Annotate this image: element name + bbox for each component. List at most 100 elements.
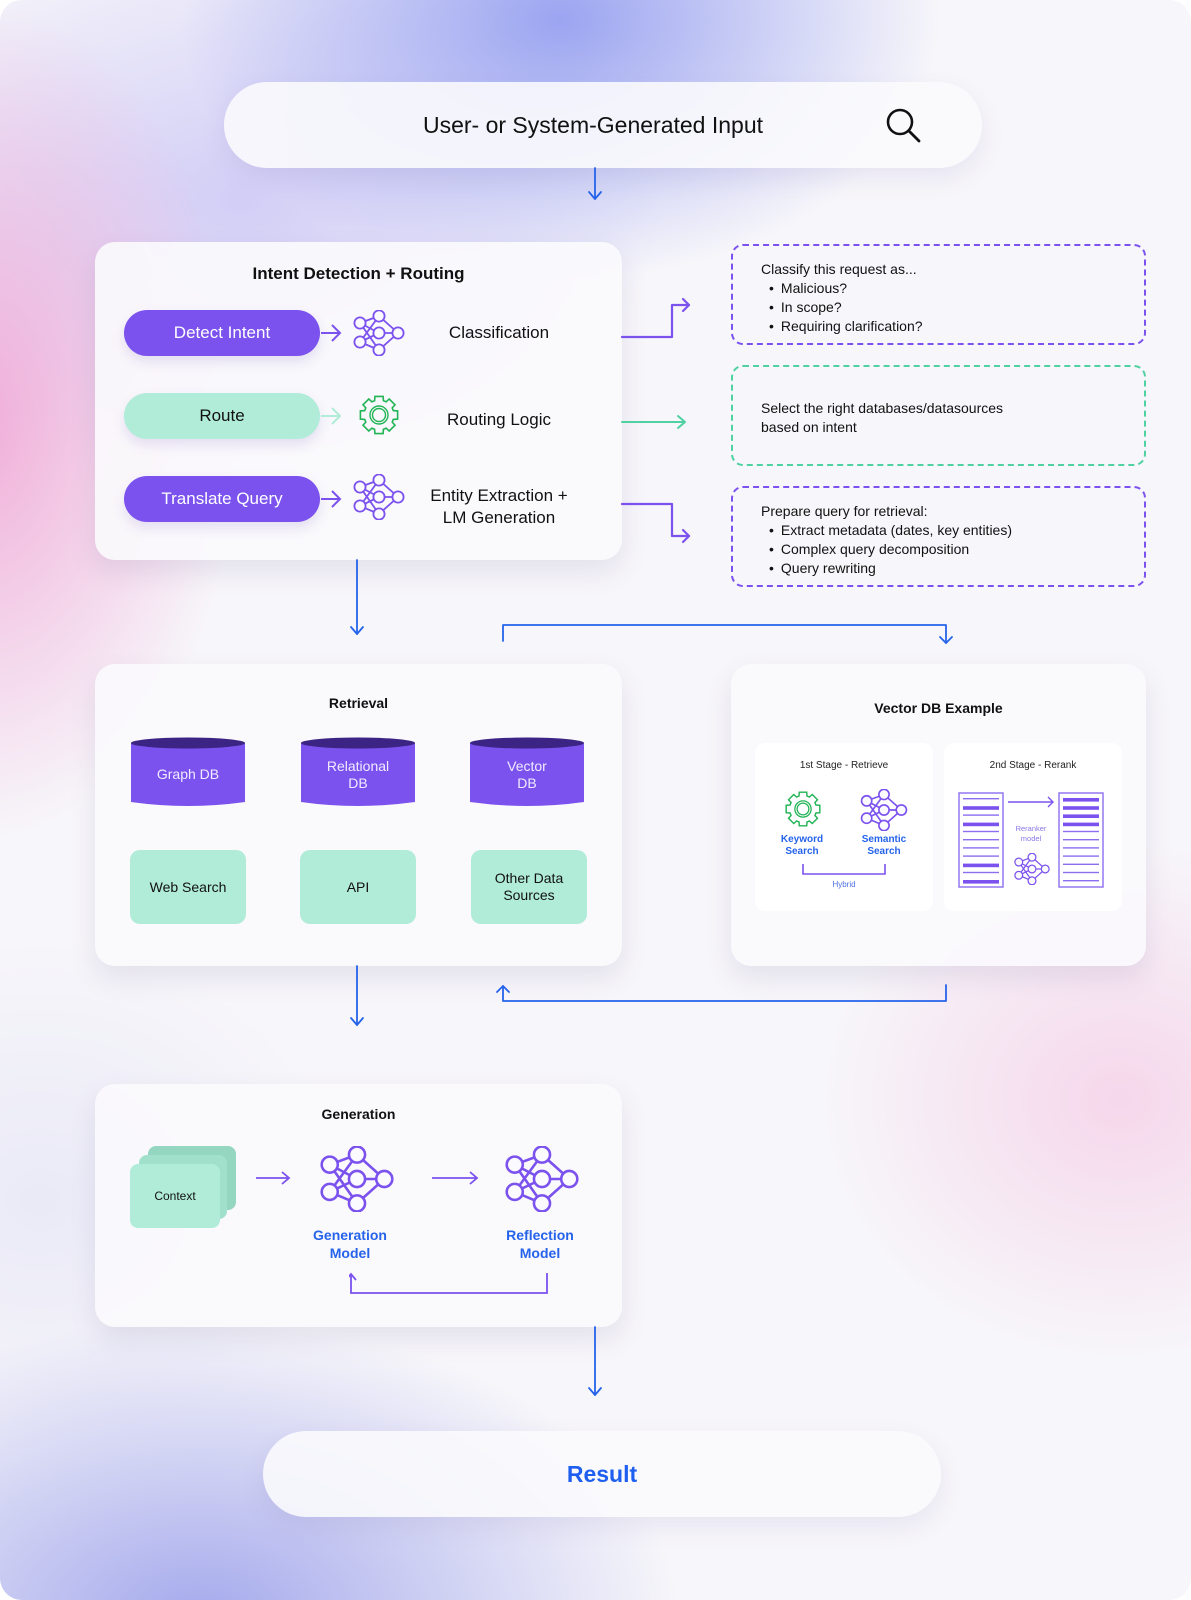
list-row [1063, 855, 1099, 857]
reranker-model-label: Reranker model [1015, 824, 1047, 843]
relational-db-label: Relational DB [326, 758, 390, 791]
gear-icon [359, 395, 399, 435]
generation-model-label: Generation Model [313, 1227, 387, 1261]
search-icon[interactable] [884, 106, 924, 146]
rerank-arrow [1008, 796, 1054, 808]
route-button[interactable]: Route [124, 393, 320, 439]
entity-extraction-line2: LM Generation [442, 508, 556, 527]
api-source[interactable]: API [300, 850, 416, 924]
classify-list: Malicious? In scope? Requiring clarifica… [761, 279, 1144, 336]
semantic-search-label: Semantic Search [861, 834, 907, 857]
intent-card-title: Intent Detection + Routing [252, 264, 465, 283]
arrow-retrieval-to-vector-example [502, 624, 953, 644]
neural-network-icon [860, 789, 908, 831]
list-row [1063, 822, 1099, 827]
web-search-source[interactable]: Web Search [130, 850, 246, 924]
arrow-intent-to-classify [620, 297, 691, 339]
list-row [963, 863, 999, 868]
input-text: User- or System-Generated Input [422, 111, 764, 138]
retrieval-card: Retrieval Graph DB Relational DB Vector DB… [95, 664, 622, 966]
prepare-item: Complex query decomposition [769, 540, 1144, 559]
arrow-intent-to-route-note [621, 415, 686, 429]
intent-routing-card: Intent Detection + Routing Detect Intent… [95, 242, 622, 560]
list-row [963, 798, 999, 800]
prepare-item: Query rewriting [769, 559, 1144, 578]
neural-network-icon [320, 1146, 394, 1212]
hybrid-bracket [802, 864, 886, 875]
arrow-generation-to-result [588, 1326, 602, 1396]
vector-db-label: Vector DB [507, 758, 547, 791]
graph-db[interactable]: Graph DB [130, 736, 246, 806]
list-row [963, 822, 999, 827]
vector-db[interactable]: Vector DB [469, 736, 585, 806]
vector-db-example-card: Vector DB Example 1st Stage - Retrieve K… [731, 664, 1146, 966]
vector-example-title: Vector DB Example [874, 700, 1003, 716]
api-label: API [346, 878, 370, 895]
entity-extraction-line1: Entity Extraction + [430, 486, 568, 505]
keyword-search-label: Keyword Search [780, 834, 824, 857]
routing-logic-label: Routing Logic [447, 410, 551, 429]
arrow-intent-to-prepare [620, 502, 691, 544]
neural-network-icon [1014, 853, 1050, 885]
list-row [963, 880, 999, 884]
reflection-model-label: Reflection Model [506, 1227, 574, 1261]
classify-item: Requiring clarification? [769, 317, 1144, 336]
arrow-generation-to-reflection [432, 1171, 479, 1185]
classification-label: Classification [448, 323, 550, 342]
translate-query-button[interactable]: Translate Query [124, 476, 320, 522]
generation-card: Generation Context Generation Model Refle… [95, 1084, 622, 1327]
result-bar[interactable]: Result [263, 1431, 941, 1517]
context-stack[interactable]: Context [130, 1146, 240, 1230]
stage1-card: 1st Stage - Retrieve Keyword Search Seman… [755, 743, 933, 911]
classify-item: Malicious? [769, 279, 1144, 298]
prepare-list: Extract metadata (dates, key entities) C… [761, 521, 1144, 578]
list-row [1063, 847, 1099, 849]
prepare-heading: Prepare query for retrieval: [761, 503, 928, 519]
context-card: Context [130, 1164, 220, 1228]
list-row [963, 871, 999, 874]
entity-extraction-label: Entity Extraction + LM Generation [399, 485, 599, 529]
web-search-label: Web Search [149, 878, 227, 895]
prepare-item: Extract metadata (dates, key entities) [769, 521, 1144, 540]
arrow-route-to-logic [321, 407, 342, 425]
list-row [1063, 839, 1099, 841]
route-note: Select the right databases/datasources b… [731, 365, 1146, 466]
arrow-retrieval-to-generation [350, 965, 364, 1026]
stage2-title: 2nd Stage - Rerank [989, 760, 1077, 771]
classify-item: In scope? [769, 298, 1144, 317]
detect-intent-button[interactable]: Detect Intent [124, 310, 320, 356]
feedback-arrow [349, 1272, 548, 1294]
arrow-context-to-generation [256, 1171, 291, 1185]
arrow-input-to-intent [588, 167, 602, 200]
ranked-list-before [958, 792, 1004, 888]
list-row [1063, 863, 1099, 865]
list-row [1063, 871, 1099, 874]
list-row [963, 847, 999, 849]
ranked-list-after [1058, 792, 1104, 888]
list-row [963, 839, 999, 841]
stage2-card: 2nd Stage - Rerank Reranker model [944, 743, 1122, 911]
other-data-line1: Other Data [494, 870, 564, 886]
classify-note: Classify this request as... Malicious? I… [731, 244, 1146, 345]
other-data-sources[interactable]: Other Data Sources [471, 850, 587, 924]
retrieval-title: Retrieval [328, 695, 389, 711]
other-data-line2: Sources [503, 887, 555, 903]
arrow-detect-to-classify [321, 324, 342, 342]
route-note-line2: based on intent [761, 419, 857, 435]
list-row [1063, 806, 1099, 810]
translate-query-label: Translate Query [161, 489, 283, 508]
classify-heading: Classify this request as... [761, 261, 917, 277]
list-row [1063, 798, 1099, 802]
list-row [1063, 814, 1099, 818]
hybrid-label: Hybrid [832, 880, 856, 889]
detect-intent-label: Detect Intent [173, 323, 271, 342]
result-text: Result [566, 1460, 638, 1487]
relational-db[interactable]: Relational DB [300, 736, 416, 806]
input-bar[interactable]: User- or System-Generated Input [224, 82, 982, 168]
route-note-line1: Select the right databases/datasources [761, 400, 1004, 416]
list-row [963, 855, 999, 857]
neural-network-icon [505, 1146, 579, 1212]
route-label: Route [199, 406, 245, 425]
arrow-intent-to-retrieval [350, 559, 364, 635]
stage1-title: 1st Stage - Retrieve [799, 760, 889, 771]
